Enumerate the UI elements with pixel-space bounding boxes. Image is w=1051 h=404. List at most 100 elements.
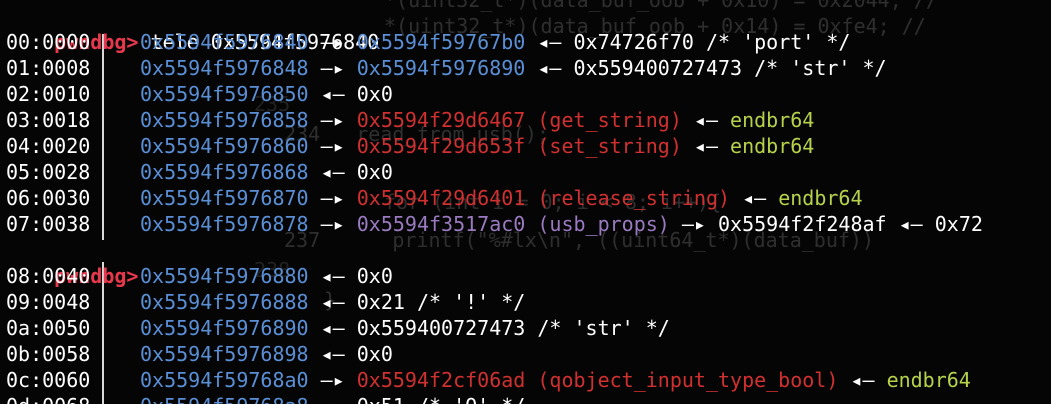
stack-address: 0x5594f5976890 (140, 316, 309, 340)
row-content: 0x5594f5976860 —▸ 0x5594f29d653f (set_st… (140, 133, 814, 159)
offset-label: 04:0020 (6, 134, 91, 158)
telescope-row: 07:0038 0x5594f5976878 —▸ 0x5594f3517ac0 … (6, 211, 983, 237)
row-content: 0x5594f5976850 ◂— 0x0 (140, 81, 393, 107)
telescope-row: 03:0018 0x5594f5976858 —▸ 0x5594f29d6467 … (6, 107, 814, 133)
pointer-arrow: —▸ (308, 212, 357, 236)
pointer-arrow: ◂— (308, 290, 357, 314)
row-content: 0x5594f5976848 —▸ 0x5594f5976890 ◂— 0x55… (140, 55, 887, 81)
stack-address: 0x5594f5976870 (140, 186, 309, 210)
offset-separator (102, 34, 104, 240)
telescope-row: 0d:0068 0x5594f59768a8 ◂— 0x51 /* 'Q' */ (6, 393, 525, 404)
value-text: 0x0 (356, 264, 393, 288)
value-text: 0x0 (356, 342, 393, 366)
value-text: 0x5594f59767b0 (356, 30, 526, 54)
offset-label: 0b:0058 (6, 342, 91, 366)
pointer-arrow: —▸ (308, 134, 357, 158)
instruction-text: endbr64 (730, 134, 815, 158)
value-text: 0x21 /* '!' */ (356, 290, 526, 314)
row-content: 0x5594f5976878 —▸ 0x5594f3517ac0 (usb_pr… (140, 211, 983, 237)
stack-address: 0x5594f5976848 (140, 56, 309, 80)
pointer-arrow: ◂— (308, 342, 357, 366)
telescope-row: 05:0028 0x5594f5976868 ◂— 0x0 (6, 159, 393, 185)
pointer-arrow: ◂— (308, 160, 357, 184)
row-content: 0x5594f5976880 ◂— 0x0 (140, 263, 393, 289)
command-line[interactable]: pwndbg> (6, 237, 138, 288)
pointer-arrow: —▸ (308, 186, 357, 210)
stack-address: 0x5594f5976868 (140, 160, 309, 184)
value-text: 0x5594f29d6467 (get_string) (356, 108, 682, 132)
offset-label: 0c:0060 (6, 368, 91, 392)
value-text: 0x5594f2cf06ad (qobject_input_type_bool) (356, 368, 839, 392)
telescope-row: 09:0048 0x5594f5976888 ◂— 0x21 /* '!' */ (6, 289, 525, 315)
instruction-text: endbr64 (778, 186, 863, 210)
row-content: 0x5594f5976868 ◂— 0x0 (140, 159, 393, 185)
value-text: —▸ 0x5594f2f248af ◂— 0x72 (669, 212, 983, 236)
stack-address: 0x5594f5976858 (140, 108, 309, 132)
telescope-row: 04:0020 0x5594f5976860 —▸ 0x5594f29d653f … (6, 133, 814, 159)
value-text: 0x5594f5976890 (356, 56, 526, 80)
pointer-arrow: —▸ (308, 108, 357, 132)
telescope-row: 0a:0050 0x5594f5976890 ◂— 0x559400727473 … (6, 315, 670, 341)
telescope-row: 06:0030 0x5594f5976870 —▸ 0x5594f29d6401 … (6, 185, 863, 211)
stack-address: 0x5594f5976860 (140, 134, 309, 158)
stack-address: 0x5594f5976840 (140, 30, 309, 54)
row-content: 0x5594f59768a0 —▸ 0x5594f2cf06ad (qobjec… (140, 367, 971, 393)
value-text: 0x0 (356, 82, 393, 106)
code-line: *(uint32_t*)(data_buf_oob + 0x10) = 0x20… (384, 0, 938, 12)
offset-label: 07:0038 (6, 212, 91, 236)
stack-address: 0x5594f5976888 (140, 290, 309, 314)
value-text: 0x5594f29d6401 (release_string) (356, 186, 731, 210)
stack-address: 0x5594f5976850 (140, 82, 309, 106)
value-text: 0x5594f3517ac0 (usb_props) (356, 212, 670, 236)
row-content: 0x5594f5976888 ◂— 0x21 /* '!' */ (140, 289, 525, 315)
pointer-arrow: ◂— (308, 316, 357, 340)
offset-label: 03:0018 (6, 108, 91, 132)
stack-address: 0x5594f5976880 (140, 264, 309, 288)
offset-label: 09:0048 (6, 290, 91, 314)
instruction-text: endbr64 (886, 368, 971, 392)
value-text: 0x0 (356, 160, 393, 184)
value-text: ◂— 0x559400727473 /* 'str' */ (525, 56, 887, 80)
terminal-window[interactable]: *(uint32_t*)(data_buf_oob + 0x10) = 0x20… (0, 0, 1051, 404)
pointer-arrow: —▸ (308, 56, 357, 80)
telescope-row: 00:0000 0x5594f5976840 —▸ 0x5594f59767b0 … (6, 29, 850, 55)
offset-label: 01:0008 (6, 56, 91, 80)
pointer-arrow: ◂— (308, 264, 357, 288)
instruction-text: endbr64 (730, 108, 815, 132)
row-content: 0x5594f5976840 —▸ 0x5594f59767b0 ◂— 0x74… (140, 29, 850, 55)
offset-label: 0d:0068 (6, 394, 90, 404)
row-content: 0x5594f5976858 —▸ 0x5594f29d6467 (get_st… (140, 107, 814, 133)
stack-address: 0x5594f59768a0 (140, 368, 309, 392)
value-text: 0x559400727473 /* 'str' */ (356, 316, 670, 340)
row-content: 0x5594f5976890 ◂— 0x559400727473 /* 'str… (140, 315, 670, 341)
pointer-arrow: ◂— (309, 394, 357, 404)
stack-address: 0x5594f59768a8 (140, 394, 309, 404)
pointer-arrow: —▸ (308, 30, 357, 54)
offset-label: 0a:0050 (6, 316, 91, 340)
stack-address: 0x5594f5976878 (140, 212, 309, 236)
value-text: ◂— (681, 108, 731, 132)
offset-label: 02:0010 (6, 82, 91, 106)
pointer-arrow: ◂— (308, 82, 357, 106)
value-text: ◂— (838, 368, 887, 392)
value-text: 0x5594f29d653f (set_string) (356, 134, 682, 158)
offset-label: 06:0030 (6, 186, 91, 210)
telescope-row: 0c:0060 0x5594f59768a0 —▸ 0x5594f2cf06ad … (6, 367, 971, 393)
command-line[interactable]: pwndbg> tele 0x5594f5976840 (6, 3, 379, 54)
offset-label: 08:0040 (6, 264, 91, 288)
row-content: 0x5594f59768a8 ◂— 0x51 /* 'Q' */ (140, 393, 525, 404)
telescope-row: 02:0010 0x5594f5976850 ◂— 0x0 (6, 81, 393, 107)
value-text: 0x51 /* 'Q' */ (357, 394, 526, 404)
offset-label: 00:0000 (6, 30, 91, 54)
telescope-row: 01:0008 0x5594f5976848 —▸ 0x5594f5976890 … (6, 55, 887, 81)
pointer-arrow: —▸ (308, 368, 357, 392)
value-text: ◂— 0x74726f70 /* 'port' */ (525, 30, 851, 54)
row-content: 0x5594f5976870 —▸ 0x5594f29d6401 (releas… (140, 185, 863, 211)
telescope-row: 0b:0058 0x5594f5976898 ◂— 0x0 (6, 341, 393, 367)
value-text: ◂— (681, 134, 731, 158)
stack-address: 0x5594f5976898 (140, 342, 309, 366)
value-text: ◂— (730, 186, 779, 210)
telescope-row: 08:0040 0x5594f5976880 ◂— 0x0 (6, 263, 393, 289)
row-content: 0x5594f5976898 ◂— 0x0 (140, 341, 393, 367)
offset-label: 05:0028 (6, 160, 91, 184)
